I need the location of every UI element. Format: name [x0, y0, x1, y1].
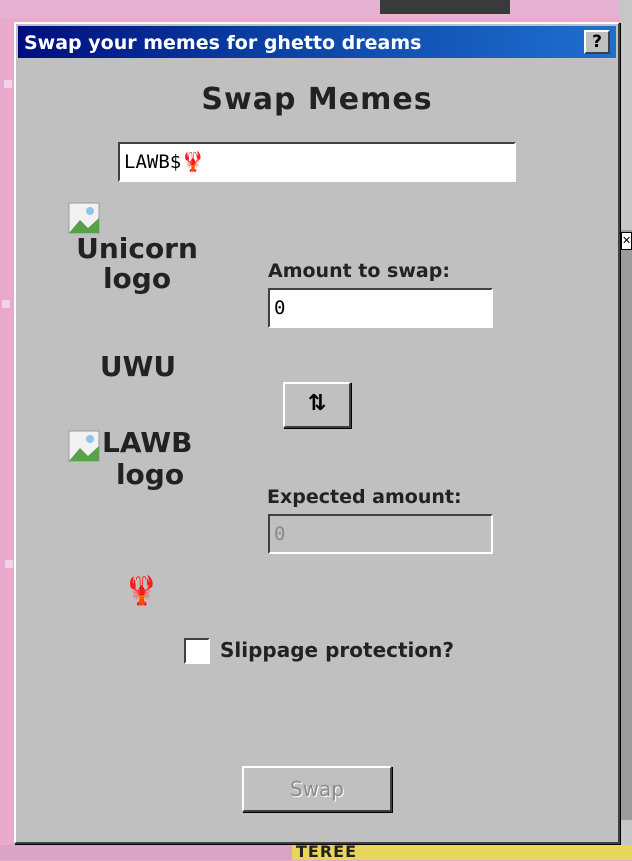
logo-alt-text: logo: [102, 262, 172, 295]
background-sparkle: [2, 300, 10, 308]
slippage-checkbox[interactable]: [184, 638, 210, 664]
window-title: Swap your memes for ghetto dreams: [24, 32, 422, 54]
background-window-edge: [380, 0, 510, 14]
expected-amount-label: Expected amount:: [267, 486, 462, 508]
background-close-icon: ✕: [621, 232, 632, 250]
page-title: Swap Memes: [201, 82, 433, 117]
slippage-label[interactable]: Slippage protection?: [220, 638, 454, 662]
background-comic-text: TEREE: [296, 842, 358, 861]
amount-input[interactable]: 0: [268, 288, 493, 328]
from-token-symbol: UWU: [99, 350, 177, 383]
lawb-logo-alt-line2: logo: [115, 458, 185, 491]
desktop-background: [0, 0, 632, 18]
unicorn-logo: Unicorn logo: [74, 234, 200, 294]
token-input[interactable]: LAWB$🦞: [118, 142, 516, 182]
help-button[interactable]: ?: [584, 30, 610, 54]
background-sparkle: [5, 560, 13, 568]
lobster-icon: 🦞: [124, 574, 159, 607]
background-window-panel: [621, 230, 632, 820]
background-sparkle: [4, 80, 12, 88]
swap-direction-button[interactable]: ⇅: [283, 382, 351, 428]
broken-image-icon: [68, 430, 100, 462]
swap-window: Swap your memes for ghetto dreams ? Swap…: [14, 22, 620, 844]
swap-button[interactable]: Swap: [242, 766, 392, 812]
expected-amount-field: 0: [268, 514, 493, 554]
broken-image-icon: [68, 202, 100, 234]
logo-alt-text: Unicorn: [76, 232, 198, 265]
lawb-logo-alt-line1: LAWB: [102, 426, 193, 459]
title-bar[interactable]: Swap your memes for ghetto dreams ?: [18, 26, 616, 58]
amount-label: Amount to swap:: [268, 260, 450, 282]
